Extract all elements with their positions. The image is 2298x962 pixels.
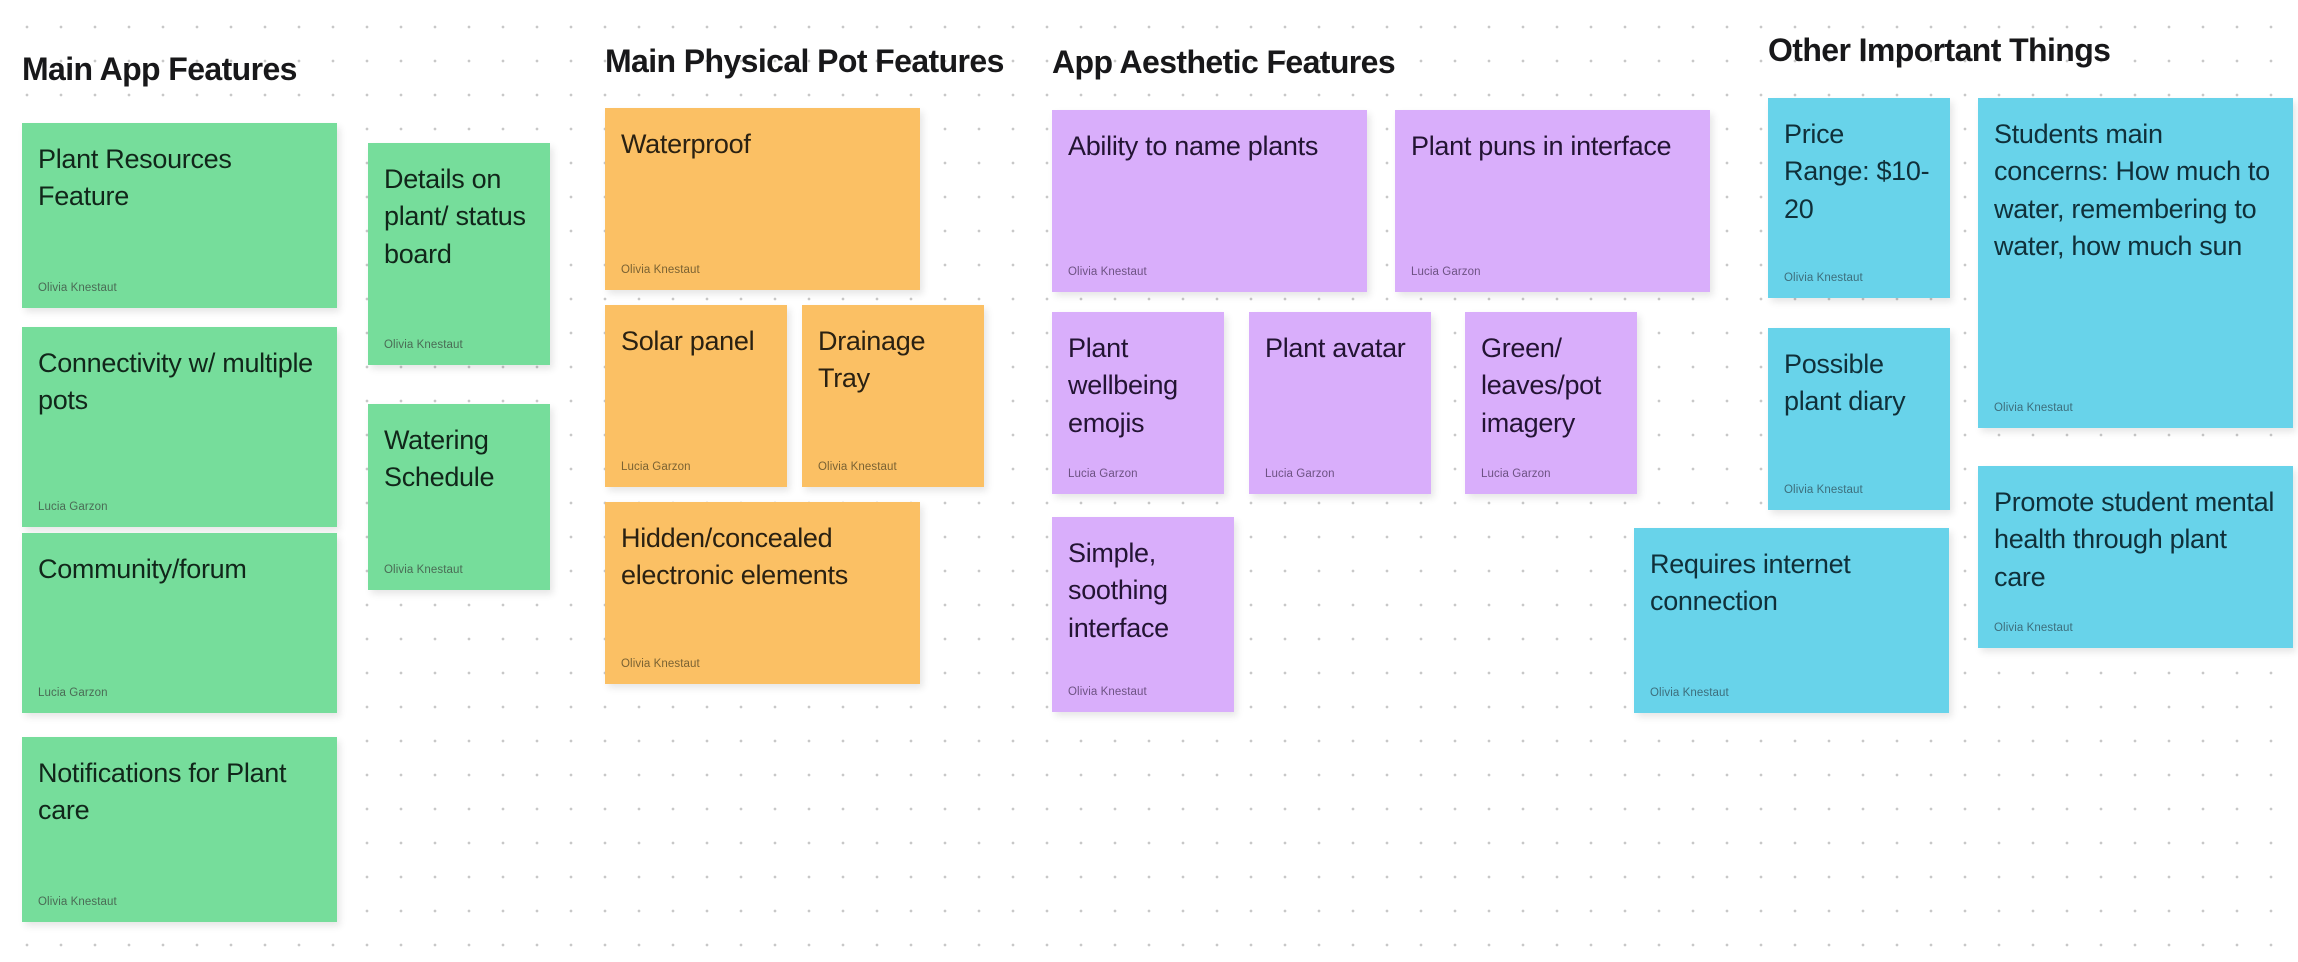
sticky-note-plant-resources-feature[interactable]: Plant Resources Feature Olivia Knestaut [22,123,337,308]
sticky-note-text: Ability to name plants [1068,131,1319,161]
column-heading-main-physical-pot[interactable]: Main Physical Pot Features [605,43,1004,79]
whiteboard-canvas[interactable]: Main App Features Main Physical Pot Featu… [0,0,2298,962]
sticky-note-watering-schedule[interactable]: Watering Schedule Olivia Knestaut [368,404,550,590]
sticky-note-author: Olivia Knestaut [38,896,117,909]
sticky-note-waterproof[interactable]: Waterproof Olivia Knestaut [605,108,920,290]
sticky-note-ability-to-name-plants[interactable]: Ability to name plants Olivia Knestaut [1052,110,1367,292]
sticky-note-text: Plant wellbeing emojis [1068,333,1178,438]
sticky-note-author: Olivia Knestaut [1784,484,1863,497]
sticky-note-simple-soothing-interface[interactable]: Simple, soothing interface Olivia Knestau… [1052,517,1234,712]
sticky-note-author: Lucia Garzon [1068,468,1138,481]
sticky-note-possible-plant-diary[interactable]: Possible plant diary Olivia Knestaut [1768,328,1950,510]
sticky-note-text: Price Range: $10-20 [1784,119,1930,224]
sticky-note-details-on-plant-status[interactable]: Details on plant/ status board Olivia Kne… [368,143,550,365]
sticky-note-author: Lucia Garzon [1481,468,1551,481]
sticky-note-author: Olivia Knestaut [818,461,897,474]
sticky-note-author: Lucia Garzon [38,687,108,700]
sticky-note-connectivity-multiple-pots[interactable]: Connectivity w/ multiple pots Lucia Garzo… [22,327,337,527]
sticky-note-text: Requires internet connection [1650,549,1851,617]
sticky-note-text: Green/ leaves/pot imagery [1481,333,1602,438]
sticky-note-text: Possible plant diary [1784,349,1906,417]
column-heading-other-important-things[interactable]: Other Important Things [1768,32,2111,68]
sticky-note-text: Details on plant/ status board [384,164,526,269]
sticky-note-text: Promote student mental health through pl… [1994,487,2275,592]
sticky-note-text: Hidden/concealed electronic elements [621,523,848,591]
sticky-note-author: Olivia Knestaut [1994,402,2073,415]
sticky-note-plant-wellbeing-emojis[interactable]: Plant wellbeing emojis Lucia Garzon [1052,312,1224,494]
sticky-note-solar-panel[interactable]: Solar panel Lucia Garzon [605,305,787,487]
sticky-note-author: Lucia Garzon [1265,468,1335,481]
sticky-note-students-main-concerns[interactable]: Students main concerns: How much to wate… [1978,98,2293,428]
column-heading-main-app-features[interactable]: Main App Features [22,51,297,87]
sticky-note-author: Olivia Knestaut [621,658,700,671]
sticky-note-author: Olivia Knestaut [1784,272,1863,285]
sticky-note-text: Connectivity w/ multiple pots [38,348,313,416]
sticky-note-requires-internet-connection[interactable]: Requires internet connection Olivia Knest… [1634,528,1949,713]
sticky-note-author: Olivia Knestaut [38,282,117,295]
sticky-note-text: Drainage Tray [818,326,926,394]
sticky-note-author: Olivia Knestaut [621,264,700,277]
sticky-note-green-leaves-pot-imagery[interactable]: Green/ leaves/pot imagery Lucia Garzon [1465,312,1637,494]
sticky-note-author: Olivia Knestaut [1068,686,1147,699]
sticky-note-drainage-tray[interactable]: Drainage Tray Olivia Knestaut [802,305,984,487]
sticky-note-author: Olivia Knestaut [384,564,463,577]
sticky-note-author: Lucia Garzon [621,461,691,474]
sticky-note-promote-student-mental-health[interactable]: Promote student mental health through pl… [1978,466,2293,648]
sticky-note-plant-avatar[interactable]: Plant avatar Lucia Garzon [1249,312,1431,494]
sticky-note-hidden-electronic-elements[interactable]: Hidden/concealed electronic elements Oliv… [605,502,920,684]
sticky-note-price-range[interactable]: Price Range: $10-20 Olivia Knestaut [1768,98,1950,298]
sticky-note-text: Plant avatar [1265,333,1406,363]
sticky-note-text: Waterproof [621,129,751,159]
sticky-note-text: Notifications for Plant care [38,758,287,826]
sticky-note-text: Plant Resources Feature [38,144,232,212]
sticky-note-text: Solar panel [621,326,755,356]
sticky-note-notifications-plant-care[interactable]: Notifications for Plant care Olivia Knest… [22,737,337,922]
sticky-note-author: Olivia Knestaut [1994,622,2073,635]
sticky-note-author: Olivia Knestaut [384,339,463,352]
sticky-note-author: Olivia Knestaut [1068,266,1147,279]
sticky-note-community-forum[interactable]: Community/forum Lucia Garzon [22,533,337,713]
sticky-note-text: Community/forum [38,554,247,584]
sticky-note-plant-puns-in-interface[interactable]: Plant puns in interface Lucia Garzon [1395,110,1710,292]
sticky-note-text: Watering Schedule [384,425,495,493]
sticky-note-text: Simple, soothing interface [1068,538,1169,643]
column-heading-app-aesthetic-features[interactable]: App Aesthetic Features [1052,44,1396,80]
sticky-note-author: Lucia Garzon [38,501,108,514]
sticky-note-author: Lucia Garzon [1411,266,1481,279]
sticky-note-text: Plant puns in interface [1411,131,1672,161]
sticky-note-author: Olivia Knestaut [1650,687,1729,700]
sticky-note-text: Students main concerns: How much to wate… [1994,119,2270,261]
